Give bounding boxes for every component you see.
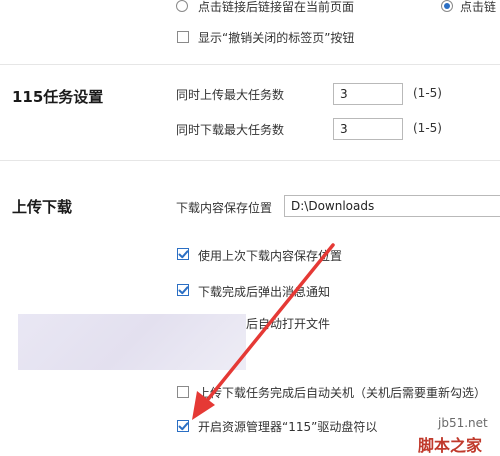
- red-arrow-icon: [192, 243, 335, 420]
- watermark-name: 脚本之家: [418, 436, 483, 455]
- watermark-site: jb51.net: [438, 416, 488, 430]
